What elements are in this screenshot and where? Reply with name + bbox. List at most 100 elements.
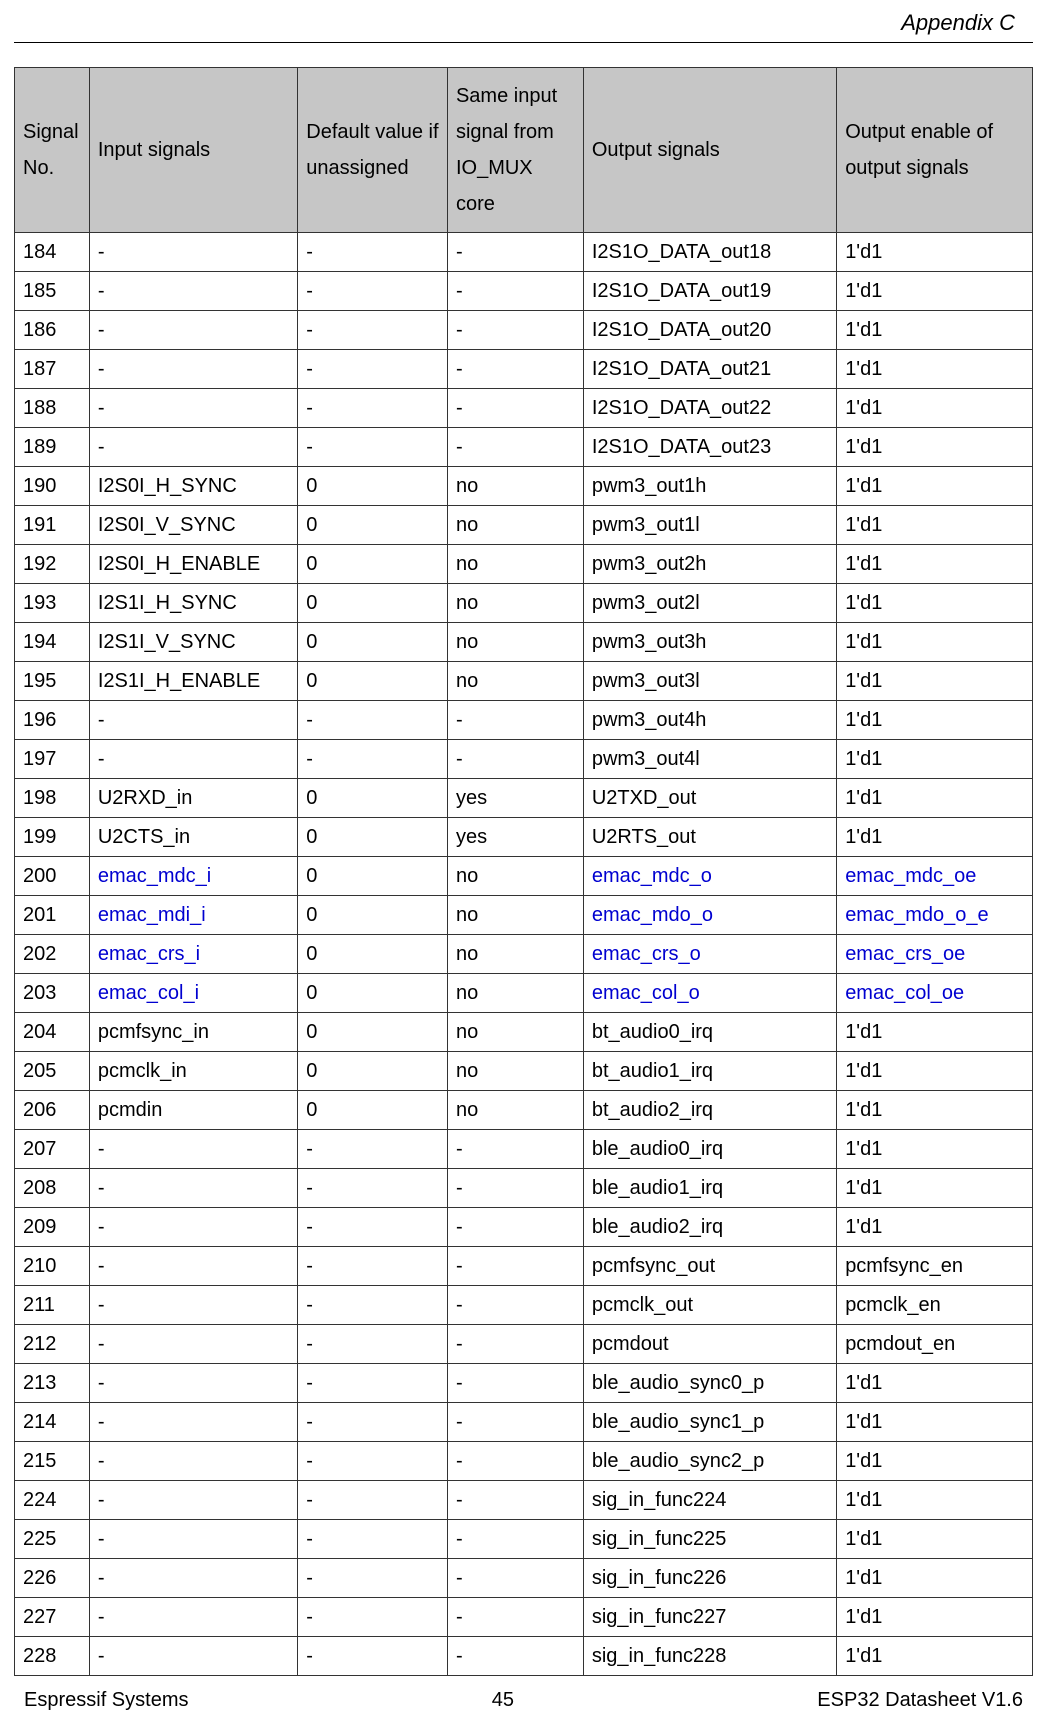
cell-no: 212 [15,1325,90,1364]
cell-mux: - [447,1325,583,1364]
cell-no: 210 [15,1247,90,1286]
cell-no: 208 [15,1169,90,1208]
cell-no: 207 [15,1130,90,1169]
cell-in: I2S0I_H_SYNC [89,467,297,506]
table-row: 208---ble_audio1_irq1'd1 [15,1169,1033,1208]
cell-no: 185 [15,272,90,311]
cell-mux: no [447,623,583,662]
table-row: 194I2S1I_V_SYNC0nopwm3_out3h1'd1 [15,623,1033,662]
table-row: 196---pwm3_out4h1'd1 [15,701,1033,740]
cell-def: 0 [298,779,448,818]
cell-out: sig_in_func224 [583,1481,836,1520]
cell-oe: 1'd1 [837,545,1033,584]
cell-mux: - [447,233,583,272]
cell-out: emac_mdo_o [583,896,836,935]
cell-in: - [89,350,297,389]
cell-in: emac_crs_i [89,935,297,974]
header-rule: Appendix C [14,10,1033,43]
cell-no: 205 [15,1052,90,1091]
cell-out: ble_audio_sync1_p [583,1403,836,1442]
cell-out: pwm3_out1l [583,506,836,545]
cell-def: 0 [298,584,448,623]
cell-mux: no [447,584,583,623]
cell-no: 224 [15,1481,90,1520]
col-output-enable: Output enable of output signals [837,68,1033,233]
cell-mux: no [447,935,583,974]
cell-def: - [298,1520,448,1559]
table-row: 207---ble_audio0_irq1'd1 [15,1130,1033,1169]
cell-mux: - [447,1169,583,1208]
table-row: 224---sig_in_func2241'd1 [15,1481,1033,1520]
table-row: 225---sig_in_func2251'd1 [15,1520,1033,1559]
cell-no: 192 [15,545,90,584]
cell-no: 204 [15,1013,90,1052]
cell-in: - [89,1403,297,1442]
cell-in: emac_col_i [89,974,297,1013]
cell-out: pwm3_out2l [583,584,836,623]
table-row: 206pcmdin0nobt_audio2_irq1'd1 [15,1091,1033,1130]
cell-out: pwm3_out3l [583,662,836,701]
cell-def: - [298,1247,448,1286]
cell-out: pcmclk_out [583,1286,836,1325]
table-row: 203emac_col_i0noemac_col_oemac_col_oe [15,974,1033,1013]
cell-mux: - [447,1130,583,1169]
cell-in: - [89,1637,297,1676]
cell-no: 190 [15,467,90,506]
cell-def: - [298,1481,448,1520]
cell-oe: 1'd1 [837,1637,1033,1676]
cell-mux: no [447,1052,583,1091]
cell-mux: - [447,350,583,389]
cell-mux: yes [447,779,583,818]
table-row: 201emac_mdi_i0noemac_mdo_oemac_mdo_o_e [15,896,1033,935]
cell-out: pwm3_out3h [583,623,836,662]
cell-in: I2S0I_H_ENABLE [89,545,297,584]
cell-out: U2TXD_out [583,779,836,818]
table-row: 228---sig_in_func2281'd1 [15,1637,1033,1676]
table-row: 193I2S1I_H_SYNC0nopwm3_out2l1'd1 [15,584,1033,623]
cell-oe: emac_col_oe [837,974,1033,1013]
cell-def: - [298,233,448,272]
footer-right: ESP32 Datasheet V1.6 [817,1689,1023,1712]
cell-def: - [298,428,448,467]
cell-no: 225 [15,1520,90,1559]
cell-def: 0 [298,545,448,584]
page-footer: Espressif Systems 45 ESP32 Datasheet V1.… [14,1689,1033,1712]
cell-out: pwm3_out4h [583,701,836,740]
cell-def: - [298,1559,448,1598]
cell-def: 0 [298,623,448,662]
table-row: 187---I2S1O_DATA_out211'd1 [15,350,1033,389]
cell-in: - [89,1520,297,1559]
cell-def: - [298,1637,448,1676]
cell-def: - [298,1208,448,1247]
cell-in: - [89,272,297,311]
cell-def: 0 [298,467,448,506]
cell-mux: no [447,506,583,545]
cell-out: ble_audio1_irq [583,1169,836,1208]
cell-no: 227 [15,1598,90,1637]
cell-mux: - [447,701,583,740]
table-row: 227---sig_in_func2271'd1 [15,1598,1033,1637]
cell-no: 228 [15,1637,90,1676]
table-row: 190I2S0I_H_SYNC0nopwm3_out1h1'd1 [15,467,1033,506]
cell-def: 0 [298,818,448,857]
cell-def: 0 [298,1013,448,1052]
cell-def: 0 [298,974,448,1013]
cell-oe: emac_mdc_oe [837,857,1033,896]
cell-no: 195 [15,662,90,701]
cell-oe: 1'd1 [837,623,1033,662]
cell-mux: no [447,1013,583,1052]
cell-no: 201 [15,896,90,935]
cell-in: pcmclk_in [89,1052,297,1091]
cell-mux: - [447,1403,583,1442]
cell-in: - [89,1325,297,1364]
cell-def: - [298,272,448,311]
cell-out: pcmdout [583,1325,836,1364]
cell-in: - [89,1442,297,1481]
cell-mux: no [447,467,583,506]
cell-def: 0 [298,896,448,935]
cell-mux: - [447,1637,583,1676]
cell-mux: no [447,857,583,896]
cell-out: emac_mdc_o [583,857,836,896]
cell-in: - [89,740,297,779]
cell-oe: pcmfsync_en [837,1247,1033,1286]
